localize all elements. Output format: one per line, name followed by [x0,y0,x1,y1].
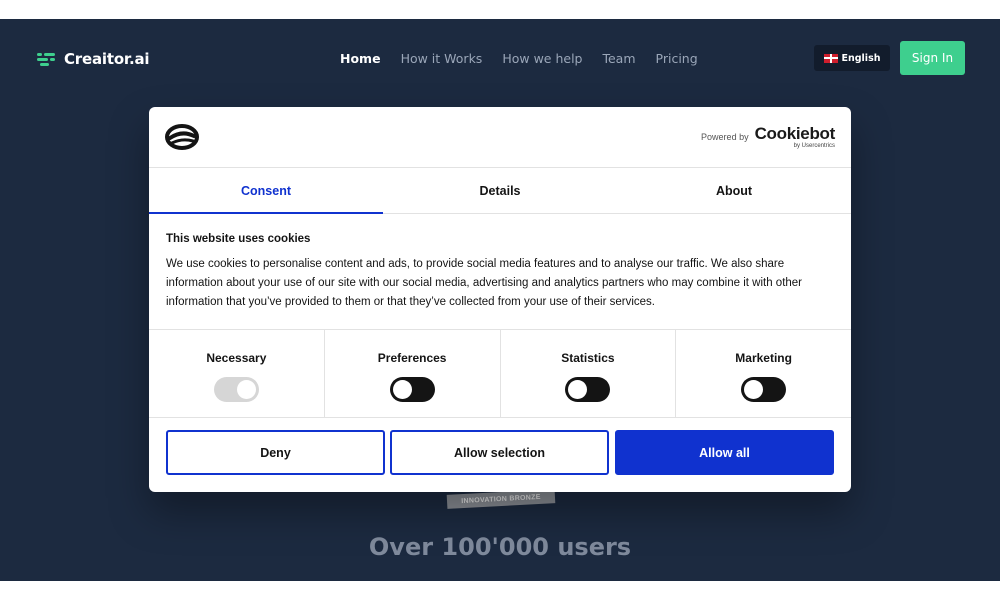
cookiebot-wordmark: Cookiebot [754,124,836,143]
statistics-label: Statistics [561,351,615,365]
nav-how-we-help[interactable]: How we help [502,51,582,66]
cookiebot-logo: Cookiebot by Usercentrics [754,124,836,149]
sign-in-button[interactable]: Sign In [900,41,965,75]
site-logo[interactable]: Creaitor.ai [36,49,150,69]
main-nav: Home How it Works How we help Team Prici… [340,51,698,66]
category-preferences: Preferences [325,330,501,417]
cookie-logo-icon [165,124,199,150]
language-label: English [841,52,881,64]
powered-by-cookiebot[interactable]: Powered by Cookiebot by Usercentrics [701,125,835,149]
tab-details[interactable]: Details [383,168,617,213]
dialog-header: Powered by Cookiebot by Usercentrics [149,107,851,168]
deny-button[interactable]: Deny [166,430,385,475]
language-selector[interactable]: English [814,45,890,71]
consent-title: This website uses cookies [166,233,311,245]
brand-name: Creaitor.ai [64,50,150,68]
consent-text: We use cookies to personalise content an… [166,258,803,308]
allow-selection-button[interactable]: Allow selection [390,430,609,475]
consent-body: This website uses cookies We use cookies… [166,233,836,312]
nav-pricing[interactable]: Pricing [656,51,698,66]
category-marketing: Marketing [676,330,851,417]
tab-consent[interactable]: Consent [149,168,383,214]
uk-flag-icon [823,53,838,63]
category-necessary: Necessary [149,330,325,417]
allow-all-button[interactable]: Allow all [615,430,834,475]
category-statistics: Statistics [501,330,677,417]
nav-team[interactable]: Team [602,51,635,66]
statistics-toggle[interactable] [565,377,611,402]
marketing-toggle[interactable] [741,377,787,402]
cookie-category-toggles: Necessary Preferences Statistics Marketi… [149,329,851,418]
users-headline: Over 100'000 users [368,533,632,561]
marketing-label: Marketing [735,351,792,365]
innovation-badge: INNOVATION BRONZE [446,489,556,509]
nav-how-it-works[interactable]: How it Works [401,51,483,66]
preferences-toggle[interactable] [389,377,435,402]
nav-home[interactable]: Home [340,51,381,66]
necessary-toggle [213,377,259,402]
tab-about[interactable]: About [617,168,851,213]
cookie-consent-dialog: Powered by Cookiebot by Usercentrics Con… [149,107,851,492]
dialog-tabs: Consent Details About [149,168,851,214]
preferences-label: Preferences [377,351,447,365]
necessary-label: Necessary [206,351,267,365]
cookiebot-subline: by Usercentrics [793,143,835,149]
creaitor-logo-icon [36,49,56,69]
powered-by-label: Powered by [701,132,749,142]
